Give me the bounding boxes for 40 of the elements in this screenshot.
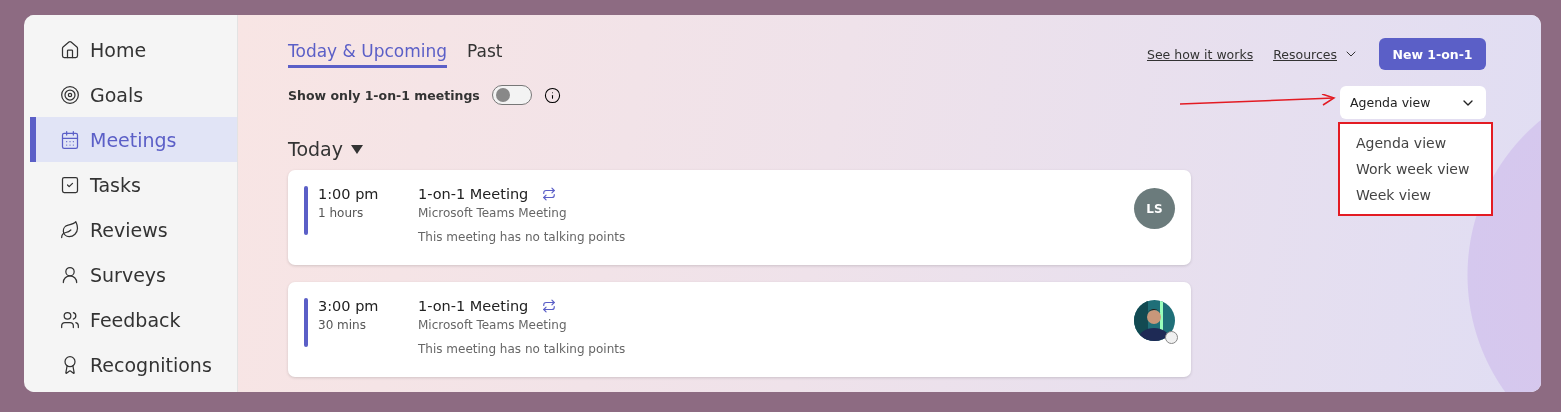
tab[interactable]: Past <box>467 41 503 68</box>
meeting-time: 3:00 pm <box>318 298 380 314</box>
tab[interactable]: Today & Upcoming <box>288 41 448 68</box>
person-icon <box>60 264 80 285</box>
meeting-card[interactable]: 1:00 pm 1 hours 1-on-1 Meeting Microsoft Teams Meeting This meeting has no talking points LS <box>288 170 1191 265</box>
presence-dot <box>1165 331 1178 344</box>
leaf-icon <box>60 219 80 240</box>
meeting-location: Microsoft Teams Meeting <box>418 206 568 220</box>
help-link[interactable]: See how it works <box>1147 46 1254 62</box>
meeting-duration: 1 hours <box>318 206 365 220</box>
avatar: LS <box>1134 188 1175 229</box>
sidebar-item[interactable]: Home <box>30 27 237 72</box>
home-icon <box>60 39 80 60</box>
meeting-title: 1-on-1 Meeting <box>418 298 529 314</box>
meeting-time: 1:00 pm <box>318 186 380 202</box>
meeting-location: Microsoft Teams Meeting <box>418 318 568 332</box>
section-title: Today <box>288 138 343 160</box>
sidebar-item[interactable]: Tasks <box>30 162 237 207</box>
resources-link[interactable]: Resources <box>1273 46 1359 62</box>
new-button[interactable]: New 1-on-1 <box>1379 38 1486 70</box>
checkbox-icon <box>60 174 80 195</box>
info-icon[interactable] <box>543 86 561 104</box>
filter-label: Show only 1-on-1 meetings <box>288 87 480 103</box>
sidebar-item[interactable]: Surveys <box>30 252 237 297</box>
sidebar-item[interactable]: Goals <box>30 72 237 117</box>
calendar-icon <box>60 129 80 150</box>
meeting-title: 1-on-1 Meeting <box>418 186 529 202</box>
view-dropdown[interactable]: Agenda view <box>1340 86 1486 119</box>
meeting-duration: 30 mins <box>318 318 367 332</box>
meeting-note: This meeting has no talking points <box>418 342 627 356</box>
target-icon <box>60 84 80 105</box>
meeting-card[interactable]: 3:00 pm 30 mins 1-on-1 Meeting Microsoft Teams Meeting This meeting has no talking points <box>288 282 1191 377</box>
meeting-note: This meeting has no talking points <box>418 230 627 244</box>
sidebar-item[interactable]: Reviews <box>30 207 237 252</box>
people-icon <box>60 309 80 330</box>
sidebar-item[interactable]: Recognitions <box>30 342 237 387</box>
sidebar-item[interactable]: Meetings <box>30 117 237 162</box>
caret-icon[interactable] <box>350 144 363 154</box>
sidebar-item[interactable]: Feedback <box>30 297 237 342</box>
toggle-switch[interactable] <box>491 85 532 105</box>
